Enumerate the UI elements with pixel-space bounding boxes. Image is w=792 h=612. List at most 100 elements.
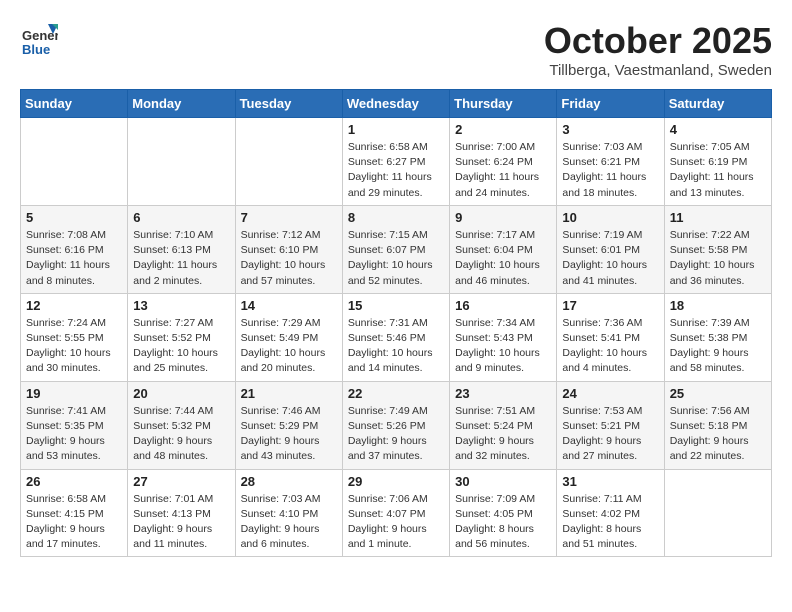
calendar-cell: 3Sunrise: 7:03 AM Sunset: 6:21 PM Daylig…: [557, 118, 664, 206]
day-info: Sunrise: 7:09 AM Sunset: 4:05 PM Dayligh…: [455, 492, 551, 553]
calendar-cell: 8 Sunrise: 7:15 AM Sunset: 6:07 PM Daylig…: [342, 205, 449, 293]
day-number: 8: [348, 210, 444, 225]
week-row-1: 1 Sunrise: 6:58 AM Sunset: 6:27 PM Daylig…: [21, 118, 772, 206]
day-number: 20: [133, 386, 229, 401]
day-number: 16: [455, 298, 551, 313]
calendar-cell: 6 Sunrise: 7:10 AM Sunset: 6:13 PM Daylig…: [128, 205, 235, 293]
day-number: 6: [133, 210, 229, 225]
day-info: Sunrise: 7:10 AM Sunset: 6:13 PM Dayligh…: [133, 228, 229, 289]
month-title: October 2025: [544, 20, 772, 62]
calendar-cell: 29 Sunrise: 7:06 AM Sunset: 4:07 PM Dayli…: [342, 469, 449, 557]
calendar-cell: 5 Sunrise: 7:08 AM Sunset: 6:16 PM Daylig…: [21, 205, 128, 293]
day-number: 5: [26, 210, 122, 225]
day-info: Sunrise: 7:15 AM Sunset: 6:07 PM Dayligh…: [348, 228, 444, 289]
day-info: Sunrise: 7:53 AM Sunset: 5:21 PM Dayligh…: [562, 404, 658, 465]
day-number: 1: [348, 122, 444, 137]
day-number: 2: [455, 122, 551, 137]
logo-icon: General Blue: [20, 20, 58, 58]
weekday-header-friday: Friday: [557, 90, 664, 118]
day-info: Sunrise: 7:51 AM Sunset: 5:24 PM Dayligh…: [455, 404, 551, 465]
calendar-cell: 28 Sunrise: 7:03 AM Sunset: 4:10 PM Dayli…: [235, 469, 342, 557]
svg-text:Blue: Blue: [22, 42, 50, 57]
day-number: 30: [455, 474, 551, 489]
day-info: Sunrise: 7:31 AM Sunset: 5:46 PM Dayligh…: [348, 316, 444, 377]
weekday-header-sunday: Sunday: [21, 90, 128, 118]
calendar-cell: 15 Sunrise: 7:31 AM Sunset: 5:46 PM Dayli…: [342, 293, 449, 381]
weekday-header-thursday: Thursday: [450, 90, 557, 118]
day-info: Sunrise: 7:06 AM Sunset: 4:07 PM Dayligh…: [348, 492, 444, 553]
calendar-cell: 24 Sunrise: 7:53 AM Sunset: 5:21 PM Dayli…: [557, 381, 664, 469]
day-number: 28: [241, 474, 337, 489]
calendar-cell: 16 Sunrise: 7:34 AM Sunset: 5:43 PM Dayli…: [450, 293, 557, 381]
day-number: 24: [562, 386, 658, 401]
calendar-cell: 31 Sunrise: 7:11 AM Sunset: 4:02 PM Dayli…: [557, 469, 664, 557]
day-number: 29: [348, 474, 444, 489]
day-number: 12: [26, 298, 122, 313]
calendar-cell: [664, 469, 771, 557]
day-number: 22: [348, 386, 444, 401]
calendar-cell: 20Sunrise: 7:44 AM Sunset: 5:32 PM Dayli…: [128, 381, 235, 469]
title-block: October 2025 Tillberga, Vaestmanland, Sw…: [544, 20, 772, 79]
week-row-2: 5 Sunrise: 7:08 AM Sunset: 6:16 PM Daylig…: [21, 205, 772, 293]
day-number: 9: [455, 210, 551, 225]
day-number: 10: [562, 210, 658, 225]
day-info: Sunrise: 7:19 AM Sunset: 6:01 PM Dayligh…: [562, 228, 658, 289]
day-number: 25: [670, 386, 766, 401]
day-number: 7: [241, 210, 337, 225]
day-info: Sunrise: 7:22 AM Sunset: 5:58 PM Dayligh…: [670, 228, 766, 289]
day-info: Sunrise: 7:08 AM Sunset: 6:16 PM Dayligh…: [26, 228, 122, 289]
week-row-3: 12 Sunrise: 7:24 AM Sunset: 5:55 PM Dayli…: [21, 293, 772, 381]
weekday-header-monday: Monday: [128, 90, 235, 118]
day-info: Sunrise: 7:01 AM Sunset: 4:13 PM Dayligh…: [133, 492, 229, 553]
logo: General Blue: [20, 20, 58, 58]
calendar-table: SundayMondayTuesdayWednesdayThursdayFrid…: [20, 89, 772, 557]
calendar-cell: 26 Sunrise: 6:58 AM Sunset: 4:15 PM Dayli…: [21, 469, 128, 557]
calendar-cell: 25 Sunrise: 7:56 AM Sunset: 5:18 PM Dayli…: [664, 381, 771, 469]
calendar-cell: 21Sunrise: 7:46 AM Sunset: 5:29 PM Dayli…: [235, 381, 342, 469]
day-info: Sunrise: 7:11 AM Sunset: 4:02 PM Dayligh…: [562, 492, 658, 553]
calendar-cell: 19Sunrise: 7:41 AM Sunset: 5:35 PM Dayli…: [21, 381, 128, 469]
day-number: 11: [670, 210, 766, 225]
day-info: Sunrise: 7:46 AM Sunset: 5:29 PM Dayligh…: [241, 404, 337, 465]
calendar-cell: 14Sunrise: 7:29 AM Sunset: 5:49 PM Dayli…: [235, 293, 342, 381]
calendar-cell: 17Sunrise: 7:36 AM Sunset: 5:41 PM Dayli…: [557, 293, 664, 381]
calendar-cell: 30 Sunrise: 7:09 AM Sunset: 4:05 PM Dayli…: [450, 469, 557, 557]
day-info: Sunrise: 7:24 AM Sunset: 5:55 PM Dayligh…: [26, 316, 122, 377]
day-number: 14: [241, 298, 337, 313]
day-number: 17: [562, 298, 658, 313]
day-info: Sunrise: 7:00 AM Sunset: 6:24 PM Dayligh…: [455, 140, 551, 201]
day-info: Sunrise: 7:05 AM Sunset: 6:19 PM Dayligh…: [670, 140, 766, 201]
day-number: 26: [26, 474, 122, 489]
day-number: 13: [133, 298, 229, 313]
day-number: 4: [670, 122, 766, 137]
calendar-cell: 18 Sunrise: 7:39 AM Sunset: 5:38 PM Dayli…: [664, 293, 771, 381]
day-info: Sunrise: 6:58 AM Sunset: 6:27 PM Dayligh…: [348, 140, 444, 201]
day-number: 31: [562, 474, 658, 489]
day-info: Sunrise: 7:34 AM Sunset: 5:43 PM Dayligh…: [455, 316, 551, 377]
day-number: 23: [455, 386, 551, 401]
calendar-cell: [128, 118, 235, 206]
week-row-4: 19Sunrise: 7:41 AM Sunset: 5:35 PM Dayli…: [21, 381, 772, 469]
calendar-cell: 23 Sunrise: 7:51 AM Sunset: 5:24 PM Dayli…: [450, 381, 557, 469]
day-number: 19: [26, 386, 122, 401]
calendar-cell: 22Sunrise: 7:49 AM Sunset: 5:26 PM Dayli…: [342, 381, 449, 469]
page-header: General Blue October 2025 Tillberga, Vae…: [20, 20, 772, 79]
location: Tillberga, Vaestmanland, Sweden: [544, 62, 772, 79]
day-info: Sunrise: 7:12 AM Sunset: 6:10 PM Dayligh…: [241, 228, 337, 289]
day-info: Sunrise: 7:03 AM Sunset: 4:10 PM Dayligh…: [241, 492, 337, 553]
day-number: 15: [348, 298, 444, 313]
calendar-cell: 2 Sunrise: 7:00 AM Sunset: 6:24 PM Daylig…: [450, 118, 557, 206]
calendar-cell: 9Sunrise: 7:17 AM Sunset: 6:04 PM Daylig…: [450, 205, 557, 293]
day-info: Sunrise: 7:39 AM Sunset: 5:38 PM Dayligh…: [670, 316, 766, 377]
week-row-5: 26 Sunrise: 6:58 AM Sunset: 4:15 PM Dayli…: [21, 469, 772, 557]
calendar-cell: [21, 118, 128, 206]
day-info: Sunrise: 6:58 AM Sunset: 4:15 PM Dayligh…: [26, 492, 122, 553]
weekday-header-row: SundayMondayTuesdayWednesdayThursdayFrid…: [21, 90, 772, 118]
day-info: Sunrise: 7:56 AM Sunset: 5:18 PM Dayligh…: [670, 404, 766, 465]
weekday-header-saturday: Saturday: [664, 90, 771, 118]
day-number: 27: [133, 474, 229, 489]
calendar-cell: 12 Sunrise: 7:24 AM Sunset: 5:55 PM Dayli…: [21, 293, 128, 381]
calendar-cell: 7 Sunrise: 7:12 AM Sunset: 6:10 PM Daylig…: [235, 205, 342, 293]
calendar-cell: 13Sunrise: 7:27 AM Sunset: 5:52 PM Dayli…: [128, 293, 235, 381]
day-number: 18: [670, 298, 766, 313]
